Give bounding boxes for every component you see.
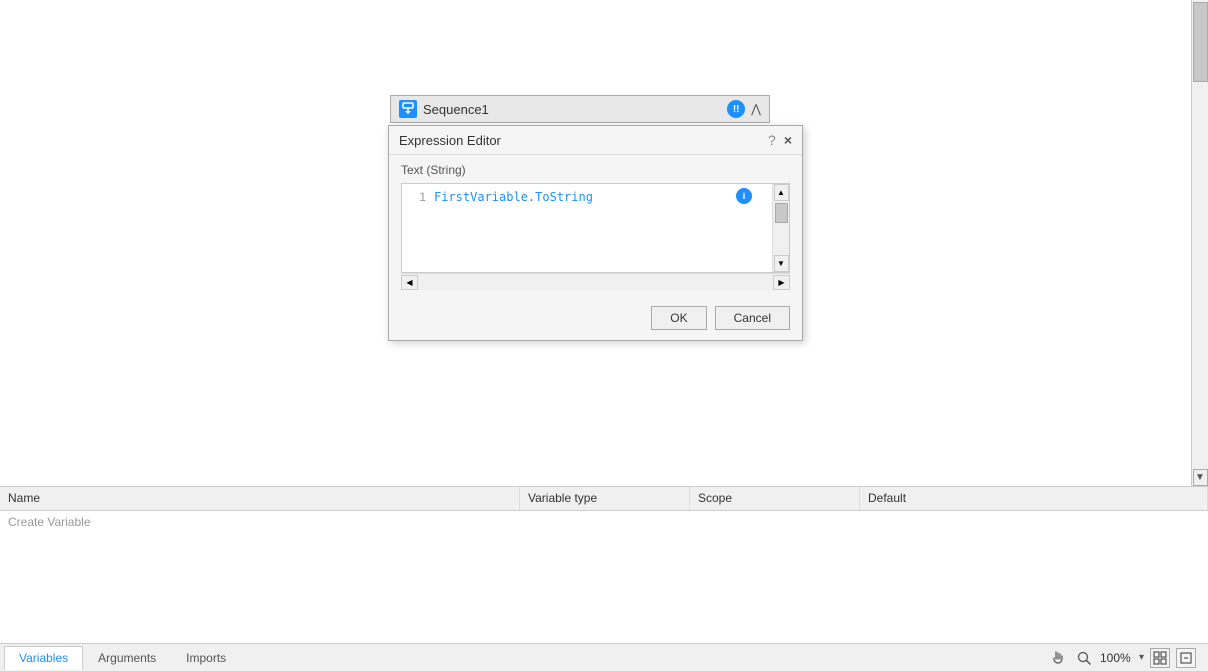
- scrollbar-left-arrow[interactable]: ◀: [401, 275, 418, 290]
- tabs-left: Variables Arguments Imports: [4, 646, 241, 670]
- editor-line: 1 FirstVariable.ToString: [402, 188, 768, 206]
- bottom-panel: Name Variable type Scope Default Create …: [0, 486, 1208, 671]
- dialog-body: Text (String) 1 FirstVariable.ToString i…: [389, 155, 802, 298]
- tab-arguments[interactable]: Arguments: [83, 646, 171, 670]
- column-header-default: Default: [860, 487, 1208, 510]
- column-header-variable-type: Variable type: [520, 487, 690, 510]
- column-header-name: Name: [0, 487, 520, 510]
- editor-horizontal-scrollbar[interactable]: ◀ ▶: [401, 273, 790, 290]
- editor-vertical-scrollbar[interactable]: ▲ ▼: [772, 184, 789, 272]
- expression-editor-dialog: Expression Editor ? × Text (String) 1 Fi…: [388, 125, 803, 341]
- dialog-titlebar: Expression Editor ? ×: [389, 126, 802, 155]
- column-header-scope: Scope: [690, 487, 860, 510]
- dialog-footer: OK Cancel: [389, 298, 802, 340]
- table-header: Name Variable type Scope Default: [0, 487, 1208, 511]
- dialog-close-button[interactable]: ×: [784, 132, 792, 148]
- canvas-area: ▼ Sequence1 ! ⋀ Expression Editor ? ×: [0, 0, 1208, 486]
- scrollbar-thumb[interactable]: [1193, 2, 1208, 82]
- sequence-title: Sequence1: [423, 102, 721, 117]
- ok-button[interactable]: OK: [651, 306, 706, 330]
- line-number: 1: [406, 190, 426, 204]
- zoom-control: 100% ▾: [1100, 651, 1144, 665]
- sequence-collapse-icon[interactable]: ⋀: [751, 102, 761, 116]
- sequence-warning-icon: !: [727, 100, 745, 118]
- bottom-tabs-bar: Variables Arguments Imports 100% ▾: [0, 643, 1208, 671]
- expand-button[interactable]: [1176, 648, 1196, 668]
- scrollbar-down-arrow[interactable]: ▼: [774, 255, 789, 272]
- editor-content[interactable]: 1 FirstVariable.ToString i: [402, 184, 772, 272]
- hand-tool-icon[interactable]: [1048, 648, 1068, 668]
- dialog-title: Expression Editor: [399, 133, 501, 148]
- sequence-icon: [399, 100, 417, 118]
- dialog-help-icon[interactable]: ?: [768, 132, 776, 148]
- scrollbar-right-arrow[interactable]: ▶: [773, 275, 790, 290]
- zoom-value: 100%: [1100, 651, 1135, 665]
- right-scrollbar[interactable]: ▼: [1191, 0, 1208, 486]
- sequence-block: Sequence1 ! ⋀: [390, 95, 770, 123]
- cancel-button[interactable]: Cancel: [715, 306, 790, 330]
- editor-container[interactable]: 1 FirstVariable.ToString i ▲ ▼: [401, 183, 790, 273]
- editor-code: FirstVariable.ToString: [434, 190, 593, 204]
- create-variable-link[interactable]: Create Variable: [8, 515, 91, 529]
- scrollbar-v-thumb[interactable]: [775, 203, 788, 223]
- search-tool-icon[interactable]: [1074, 648, 1094, 668]
- editor-info-icon: i: [736, 188, 752, 204]
- tab-imports[interactable]: Imports: [171, 646, 241, 670]
- table-body: Create Variable: [0, 511, 1208, 643]
- fit-to-screen-button[interactable]: [1150, 648, 1170, 668]
- tab-variables[interactable]: Variables: [4, 646, 83, 670]
- scrollbar-arrow-down[interactable]: ▼: [1193, 469, 1208, 486]
- tabs-right-toolbar: 100% ▾: [1048, 648, 1204, 668]
- sequence-header: Sequence1 ! ⋀: [390, 95, 770, 123]
- scrollbar-up-arrow[interactable]: ▲: [774, 184, 789, 201]
- dialog-controls: ? ×: [768, 132, 792, 148]
- zoom-dropdown-arrow[interactable]: ▾: [1139, 652, 1144, 663]
- dialog-type-label: Text (String): [401, 163, 790, 177]
